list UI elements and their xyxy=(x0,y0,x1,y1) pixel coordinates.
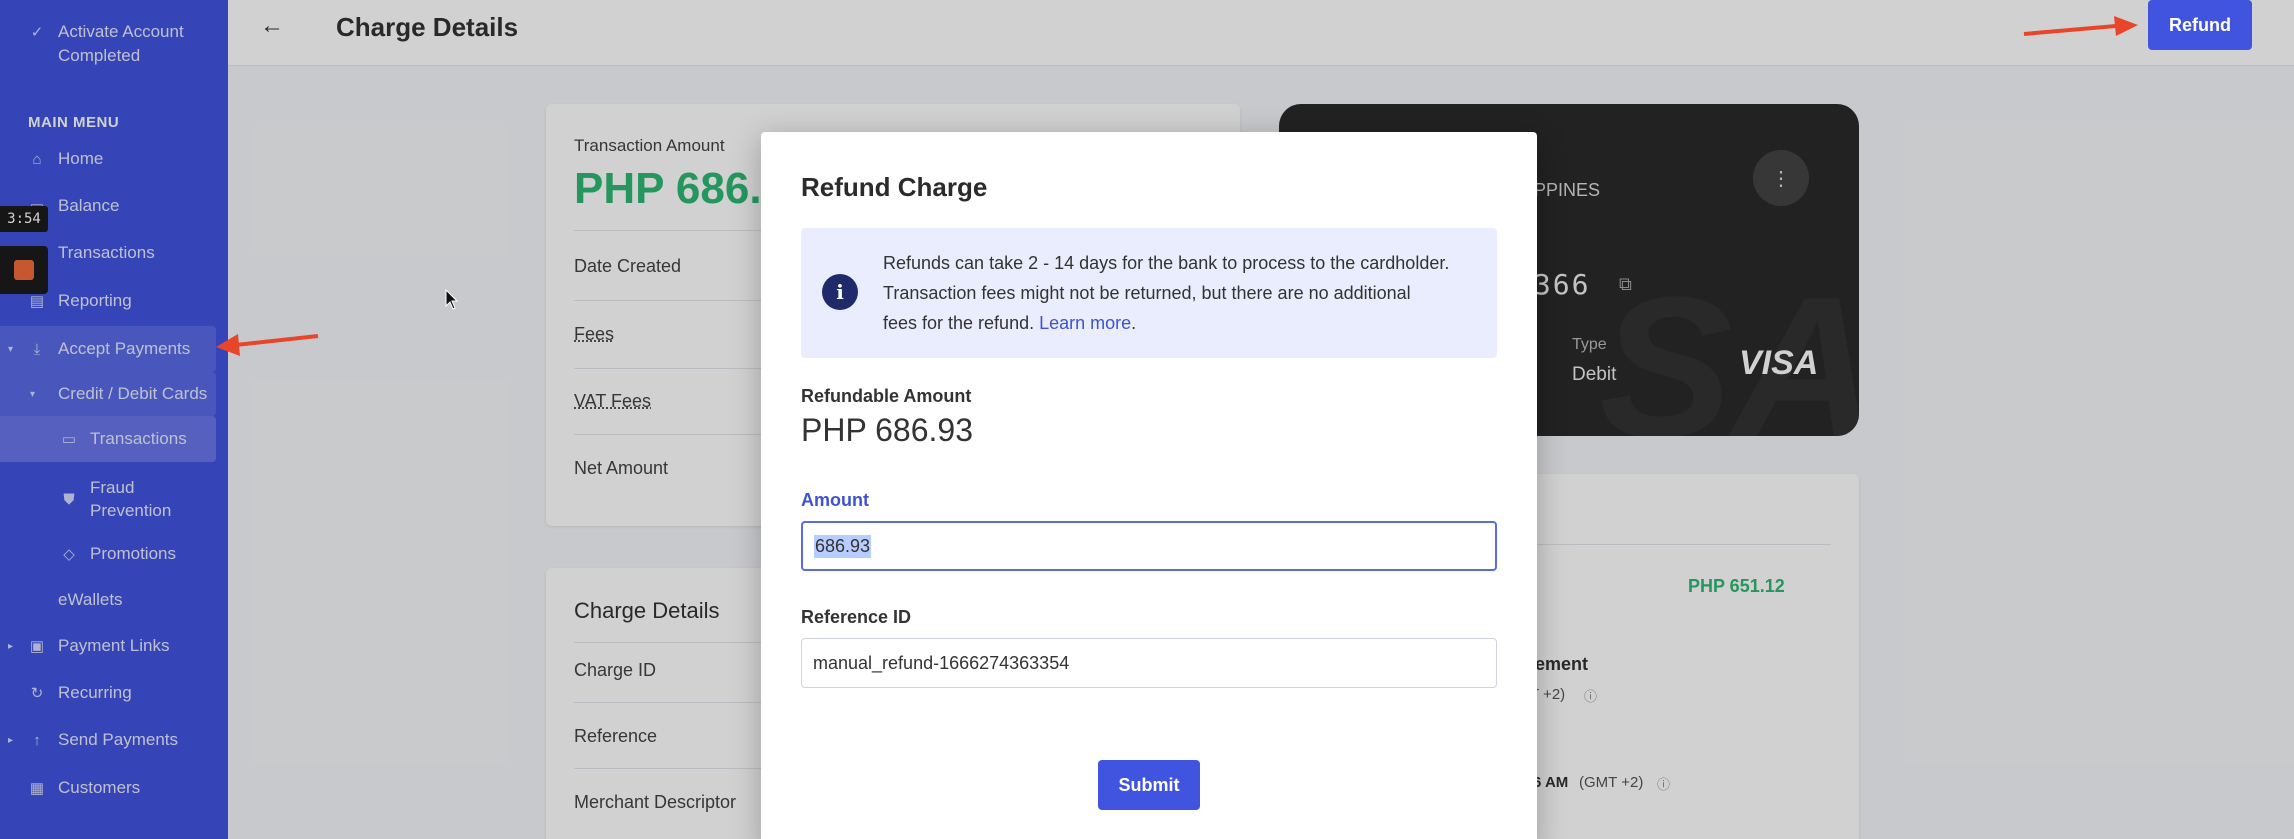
info-line1: Refunds can take 2 - 14 days for the ban… xyxy=(883,253,1450,273)
refund-info-banner: i Refunds can take 2 - 14 days for the b… xyxy=(801,228,1497,358)
info-line2: Transaction fees might not be returned, … xyxy=(883,283,1411,303)
info-icon: i xyxy=(822,274,858,310)
annotation-arrow-refund xyxy=(2023,16,2138,36)
learn-more-link[interactable]: Learn more xyxy=(1039,313,1131,333)
refundable-amount-label: Refundable Amount xyxy=(801,386,972,406)
reference-id-input[interactable]: manual_refund-1666274363354 xyxy=(801,638,1497,688)
info-text: Refunds can take 2 - 14 days for the ban… xyxy=(883,253,1450,333)
amount-label: Amount xyxy=(801,490,869,510)
amount-input[interactable]: 686.93 xyxy=(801,521,1497,571)
refundable-amount-value: PHP 686.93 xyxy=(801,412,973,448)
info-line3: fees for the refund. xyxy=(883,313,1035,333)
reference-id-label: Reference ID xyxy=(801,607,912,627)
annotation-arrow-accept-payments xyxy=(216,334,319,356)
mouse-cursor-icon xyxy=(445,289,459,310)
amount-input-value: 686.93 xyxy=(814,534,872,558)
refund-button[interactable]: Refund xyxy=(2148,0,2252,50)
refund-charge-modal: Refund Charge i Refunds can take 2 - 14 … xyxy=(761,132,1537,839)
modal-title: Refund Charge xyxy=(801,172,988,202)
reference-id-value: manual_refund-1666274363354 xyxy=(813,652,1070,673)
submit-button[interactable]: Submit xyxy=(1098,760,1200,810)
